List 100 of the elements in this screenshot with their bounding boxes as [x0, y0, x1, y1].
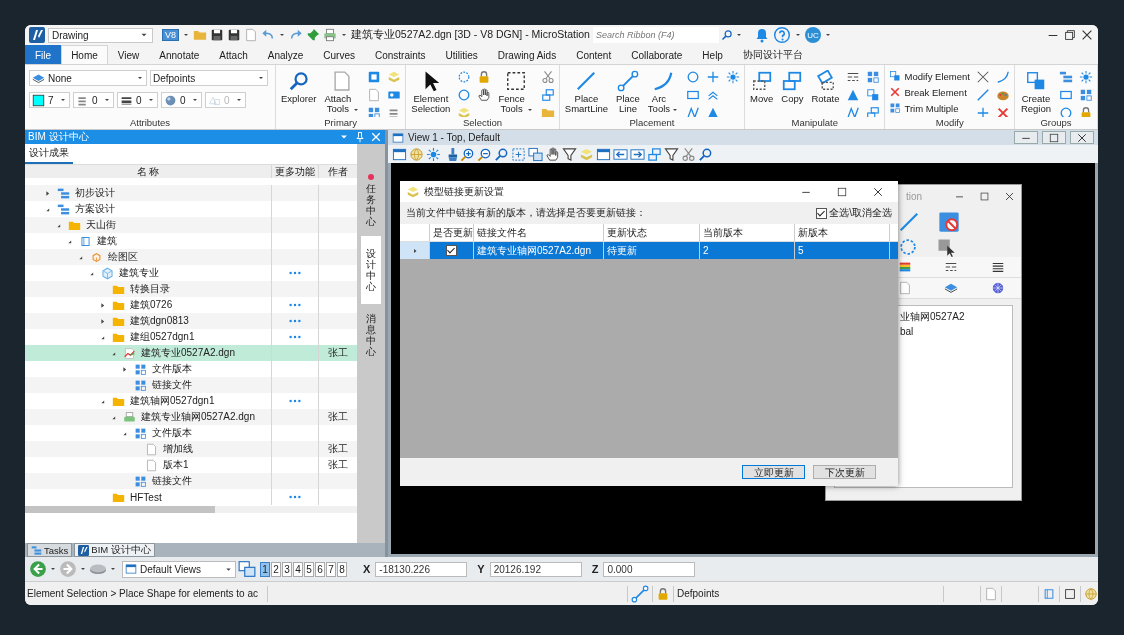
sun-icon[interactable] — [426, 146, 441, 162]
ribbon-button[interactable]: Place Line — [615, 67, 641, 114]
globe-icon[interactable] — [1084, 586, 1098, 601]
copy-icon[interactable] — [866, 106, 881, 117]
column-header[interactable]: 更新状态 — [604, 224, 700, 241]
attribute-dropdown[interactable]: 0 — [73, 92, 114, 108]
view-number-button[interactable]: 1 — [260, 561, 270, 577]
square-icon[interactable] — [367, 70, 382, 84]
scrollbar-thumb[interactable] — [25, 506, 215, 513]
arrow-left-icon[interactable] — [613, 146, 628, 162]
workspace-dropdown[interactable]: Drawing — [48, 27, 153, 43]
square-outline-icon[interactable] — [686, 88, 701, 102]
search-field[interactable]: Search Ribbon (F4) — [592, 27, 719, 43]
funnel-icon[interactable] — [562, 146, 577, 162]
list-item[interactable]: bal — [900, 326, 1012, 342]
sun-icon[interactable] — [1079, 70, 1093, 84]
ribbon-tab[interactable]: Curves — [313, 45, 365, 64]
sun-icon[interactable] — [726, 70, 741, 84]
no-entry-icon[interactable] — [938, 211, 960, 233]
tree-row[interactable]: 天山街 — [25, 217, 357, 233]
ribbon-button[interactable]: Element Selection — [410, 67, 452, 114]
zigzag-icon[interactable] — [686, 106, 701, 117]
ribbon-tab[interactable]: Home — [61, 45, 108, 64]
ribbon-tab[interactable]: 协同设计平台 — [732, 45, 813, 64]
maximize-icon[interactable] — [1048, 131, 1060, 144]
zigzag-icon[interactable] — [846, 106, 861, 117]
view-canvas[interactable]: tion 业轴网0527A2 bal 模型链接更新设置 当前文件中链接有新的版本，请选择是否要更新链接： 全选\取消全选 是否更新 链接文件名 更新状态 当前版本 新版本 建筑专业轴网0527A2.dgn 待更新 2 5 立即更新 下次更新 — [388, 163, 1098, 557]
pin-icon[interactable] — [306, 28, 320, 42]
ribbon-tab[interactable]: Constraints — [365, 45, 436, 64]
dock-tab[interactable]: BIM 设计中心 — [74, 543, 155, 557]
layer-icon[interactable] — [944, 281, 959, 295]
attribute-dropdown[interactable]: 7 — [29, 92, 70, 108]
ribbon-tab[interactable]: View — [107, 45, 150, 64]
grid-icon[interactable] — [866, 70, 881, 84]
search-icon[interactable] — [494, 146, 509, 162]
column-header[interactable]: 链接文件名 — [474, 224, 604, 241]
arc-icon[interactable] — [995, 70, 1010, 84]
side-tab[interactable]: 设计中心 — [361, 236, 381, 304]
dialog-button[interactable]: 立即更新 — [742, 465, 805, 479]
column-header[interactable]: 新版本 — [795, 224, 890, 241]
command-button[interactable]: Modify Element — [889, 70, 970, 82]
attribute-dropdown[interactable]: 0 — [161, 92, 202, 108]
ribbon-tab[interactable]: Help — [692, 45, 733, 64]
list-item[interactable]: 业轴网0527A2 — [900, 310, 1012, 326]
ribbon-button[interactable]: Rotate — [810, 67, 841, 104]
scissors-icon[interactable] — [540, 70, 555, 84]
window-icon[interactable] — [392, 146, 407, 162]
ribbon-button[interactable]: Move — [749, 67, 775, 104]
table-row[interactable]: 建筑专业轴网0527A2.dgn 待更新 2 5 — [400, 242, 898, 259]
column-header[interactable]: 是否更新 — [430, 224, 474, 241]
coordinate-field[interactable]: -18130.226 — [375, 561, 468, 577]
lock-icon[interactable] — [1079, 106, 1093, 117]
file-tab[interactable]: File — [25, 45, 62, 64]
document-icon[interactable] — [898, 281, 913, 295]
circle-icon[interactable] — [686, 70, 701, 84]
maximize-icon[interactable] — [979, 190, 990, 202]
command-button[interactable]: Break Element — [889, 86, 970, 98]
view-number-button[interactable]: 8 — [337, 561, 347, 577]
close-icon[interactable] — [872, 185, 884, 198]
ribbon-tab[interactable]: Content — [566, 45, 622, 64]
rainbow-icon[interactable] — [898, 260, 913, 274]
dashed-circle-icon[interactable] — [898, 237, 918, 257]
column-header[interactable]: 名 称 — [25, 165, 272, 178]
checkbox[interactable] — [446, 245, 457, 256]
ribbon-tab[interactable]: Utilities — [435, 45, 488, 64]
two-squares-icon[interactable] — [866, 88, 881, 102]
dash-lines-icon[interactable] — [846, 70, 861, 84]
ribbon-button[interactable]: Copy — [780, 67, 805, 104]
fit-view-icon[interactable] — [511, 146, 526, 162]
hand-icon[interactable] — [545, 146, 560, 162]
view-number-button[interactable]: 5 — [304, 561, 314, 577]
undo-icon[interactable] — [261, 28, 275, 42]
ribbon-tab[interactable]: Analyze — [257, 45, 314, 64]
maximize-icon[interactable] — [1063, 586, 1077, 601]
forward-icon[interactable] — [59, 560, 77, 578]
expand-arrow-icon[interactable] — [98, 300, 107, 310]
ribbon-button[interactable]: Arc Tools — [646, 67, 681, 114]
column-header[interactable]: 作者 — [319, 165, 357, 178]
coordinate-field[interactable]: 20126.192 — [489, 561, 582, 577]
back-icon[interactable] — [29, 560, 47, 578]
dashed-circle-icon[interactable] — [457, 70, 472, 84]
ribbon-button[interactable]: Attach Tools — [323, 67, 362, 114]
triangle-icon[interactable] — [846, 88, 861, 102]
ribbon-tab[interactable]: Annotate — [149, 45, 210, 64]
arrow-right-icon[interactable] — [630, 146, 645, 162]
restore-icon[interactable] — [1063, 28, 1077, 42]
ribbon-button[interactable]: Place SmartLine — [563, 67, 610, 114]
maximize-icon[interactable] — [836, 185, 848, 198]
delete-icon[interactable] — [995, 106, 1010, 117]
grid-icon[interactable] — [1079, 88, 1093, 102]
cross-icon[interactable] — [975, 70, 990, 84]
document-icon[interactable] — [367, 88, 382, 102]
copy-icon[interactable] — [540, 88, 555, 102]
windows-icon[interactable] — [238, 560, 256, 578]
view-number-button[interactable]: 6 — [315, 561, 325, 577]
close-icon[interactable] — [1080, 28, 1094, 42]
view-number-button[interactable]: 7 — [326, 561, 336, 577]
tree-row[interactable]: 建筑专业轴网0527A2.dgn 张工 — [25, 409, 357, 425]
bars-icon[interactable] — [1059, 70, 1073, 84]
ribbon-button[interactable]: Explorer — [280, 67, 318, 104]
